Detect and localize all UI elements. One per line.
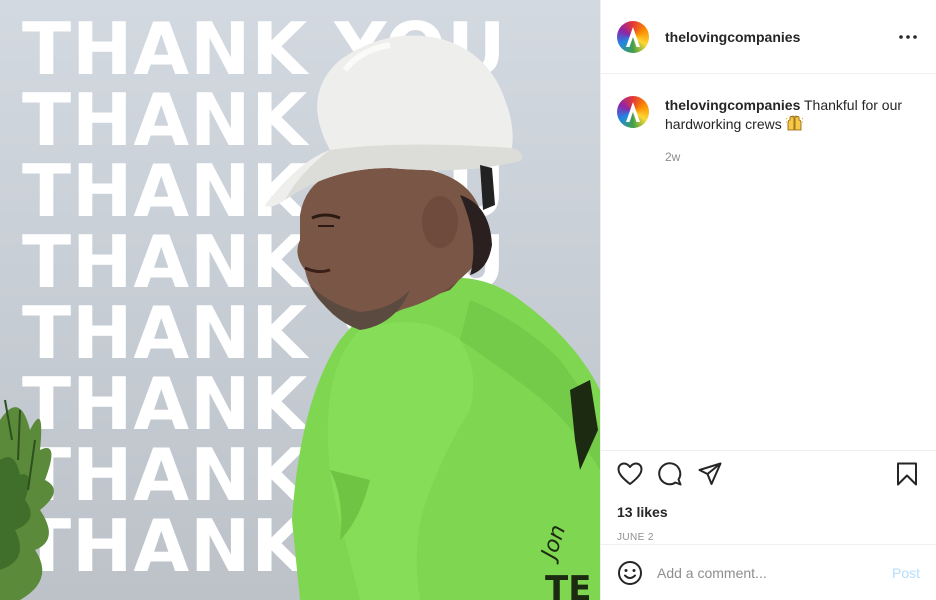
post-header: thelovingcompanies xyxy=(601,0,936,74)
caption: thelovingcompanies Thankful for our hard… xyxy=(617,96,920,167)
header-username[interactable]: thelovingcompanies xyxy=(665,29,896,45)
comments-area: thelovingcompanies Thankful for our hard… xyxy=(601,74,936,450)
comment-input[interactable] xyxy=(657,564,892,581)
caption-avatar[interactable] xyxy=(617,96,649,128)
share-icon[interactable] xyxy=(697,461,723,487)
profile-avatar[interactable] xyxy=(617,20,649,53)
emoji-smile-icon[interactable] xyxy=(617,560,643,586)
heart-icon[interactable] xyxy=(617,461,643,487)
actions-section: 13 likes JUNE 2 xyxy=(601,450,936,544)
comment-icon[interactable] xyxy=(657,461,683,487)
caption-username[interactable]: thelovingcompanies xyxy=(665,97,800,113)
add-comment-bar: Post xyxy=(601,544,936,600)
caption-body: thelovingcompanies Thankful for our hard… xyxy=(665,96,920,167)
brand-logo-icon xyxy=(626,26,640,47)
caption-timestamp[interactable]: 2w xyxy=(665,148,920,167)
likes-count[interactable]: 13 likes xyxy=(617,504,920,520)
post-image[interactable]: THANK YOU THANK YOU THANK YOU THANK YOU … xyxy=(0,0,600,600)
post-comment-button[interactable]: Post xyxy=(892,565,920,581)
instagram-post: THANK YOU THANK YOU THANK YOU THANK YOU … xyxy=(0,0,936,600)
post-details-panel: thelovingcompanies thelovingcompanies Th… xyxy=(600,0,936,600)
raised-hands-emoji-icon xyxy=(785,115,803,131)
more-options-icon[interactable] xyxy=(896,25,920,49)
svg-text:TE: TE xyxy=(545,569,591,600)
bookmark-icon[interactable] xyxy=(894,461,920,487)
action-bar xyxy=(617,461,920,487)
post-date: JUNE 2 xyxy=(617,532,654,543)
construction-worker-photo: Jon TE xyxy=(265,35,600,600)
brand-logo-icon xyxy=(626,102,640,122)
